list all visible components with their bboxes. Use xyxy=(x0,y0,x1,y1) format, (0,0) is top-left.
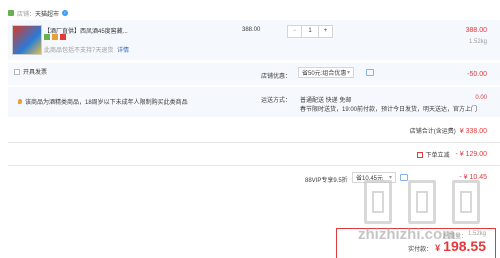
store-total: 店铺合计(含运费) ¥ 338.00 xyxy=(410,126,487,135)
store-name[interactable]: 天猫超市 xyxy=(35,9,59,18)
discount-select[interactable]: 省50元:组合优惠 ▾ xyxy=(298,67,354,78)
tag-icon xyxy=(60,34,66,40)
watermark-logo xyxy=(408,180,436,224)
vip-info-icon[interactable] xyxy=(400,174,408,181)
alcohol-warning: 该商品为酒精类商品，18周岁以下未成年人限制购买此类商品 xyxy=(18,97,188,106)
item-weight: 1.52kg xyxy=(468,39,487,45)
message-icon[interactable] xyxy=(366,69,374,76)
vip-label: 88VIP专享9.5折 xyxy=(305,178,348,184)
cross-store-value: - ¥ 129.00 xyxy=(455,151,487,158)
store-total-label: 店铺合计(含运费) xyxy=(409,129,456,135)
cross-store-discount: 下单立减 - ¥ 129.00 xyxy=(417,150,487,159)
chevron-down-icon: ▾ xyxy=(346,70,350,76)
item-total: 388.00 xyxy=(465,27,487,34)
watermark-logo xyxy=(364,180,392,224)
cross-store-option[interactable]: 下单立减 xyxy=(417,150,449,159)
invoice-checkbox[interactable] xyxy=(14,68,20,75)
tag-icon xyxy=(44,34,50,40)
pay-label: 实付款： xyxy=(408,247,433,253)
divider xyxy=(8,165,500,166)
watermark-logo xyxy=(452,180,480,224)
quantity-input[interactable]: 1 xyxy=(302,26,318,37)
cross-store-label: 下单立减 xyxy=(425,153,450,159)
warning-text: 该商品为酒精类商品，18周岁以下未成年人限制购买此类商品 xyxy=(25,100,188,106)
discount-select-value: 省50元:组合优惠 xyxy=(302,71,347,77)
pay-currency: ¥ xyxy=(435,243,441,253)
cross-store-checkbox[interactable] xyxy=(417,151,424,158)
plus-button[interactable]: + xyxy=(318,26,332,37)
invoice-label: 开具发票 xyxy=(23,70,48,76)
store-total-value: ¥ 338.00 xyxy=(459,128,487,135)
delivery-detail: 春节限时送货，19:00前付款，预计今日发货，明天送达，官方上门 xyxy=(300,107,478,113)
discount-amount: -50.00 xyxy=(467,71,487,78)
location-pin-icon xyxy=(18,99,22,104)
quantity-stepper: − 1 + xyxy=(287,25,333,38)
tag-icon xyxy=(52,34,58,40)
delivery-label: 运送方式： xyxy=(261,98,292,104)
product-image[interactable] xyxy=(12,25,42,55)
chat-icon[interactable]: ✓ xyxy=(62,10,69,16)
delivery-method[interactable]: 普通配送 快递 免邮 xyxy=(300,95,351,104)
product-tags xyxy=(44,34,66,40)
minus-button[interactable]: − xyxy=(288,26,302,37)
discount-label: 店铺优惠： xyxy=(261,74,292,80)
discount-row xyxy=(8,63,500,85)
notice-link[interactable]: 详情 xyxy=(117,48,129,54)
delivery-fee: 0.00 xyxy=(475,95,487,101)
watermark-text: zhizhizhi.com xyxy=(358,226,456,243)
store-header: 店铺： 天猫超市 ✓ xyxy=(8,8,69,18)
invoice-option[interactable]: 开具发票 xyxy=(14,67,47,76)
product-notice: 此商品包括不支持7天退货 详情 xyxy=(44,45,129,54)
product-title[interactable]: 【酒厂直供】西凤酒45度窖藏... xyxy=(44,26,234,35)
notice-text: 此商品包括不支持7天退货 xyxy=(44,48,114,54)
unit-price: 388.00 xyxy=(242,27,261,33)
divider xyxy=(8,142,500,143)
store-prefix: 店铺： xyxy=(17,11,36,18)
tmall-icon xyxy=(8,10,14,16)
